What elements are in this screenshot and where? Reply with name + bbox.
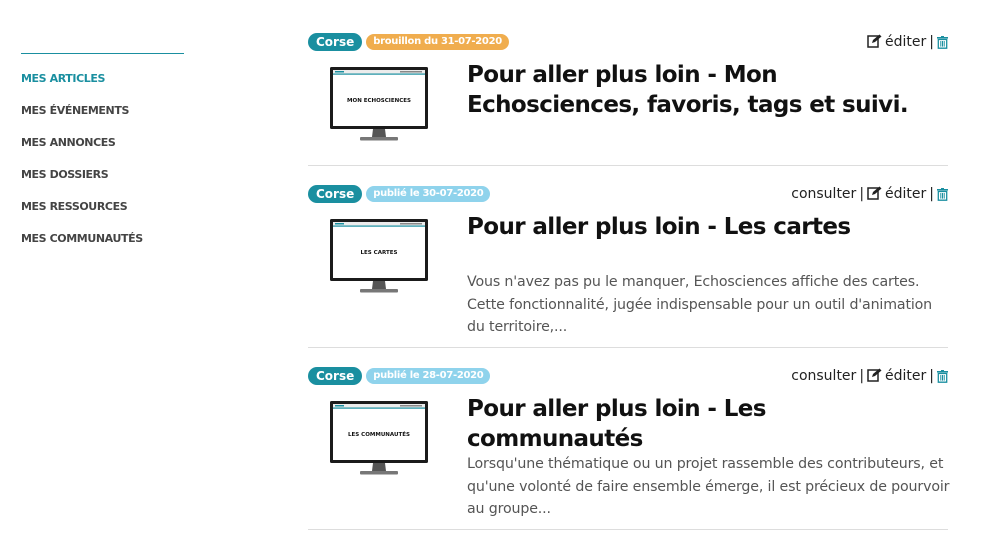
article-title[interactable]: Pour aller plus loin - Mon Echosciences,… — [467, 60, 937, 120]
status-badge: brouillon du 31-07-2020 — [366, 34, 509, 50]
separator: | — [929, 34, 934, 50]
sidebar: MES ARTICLES MES ÉVÉNEMENTS MES ANNONCES… — [21, 53, 184, 263]
edit-icon — [867, 368, 882, 382]
article-thumbnail[interactable]: MON ECHOSCIENCES — [330, 65, 430, 147]
sidebar-item-events[interactable]: MES ÉVÉNEMENTS — [21, 103, 184, 135]
article-actions: éditer | — [867, 33, 948, 51]
article-actions: consulter | éditer | — [791, 367, 948, 385]
thumbnail-label: LES CARTES — [361, 250, 398, 256]
article-thumbnail[interactable]: LES COMMUNAUTÉS — [330, 399, 430, 481]
edit-label: éditer — [885, 34, 927, 50]
sidebar-item-resources[interactable]: MES RESSOURCES — [21, 199, 184, 231]
tag-badge[interactable]: Corse — [308, 367, 363, 385]
article-title[interactable]: Pour aller plus loin - Les communautés — [467, 394, 937, 454]
status-badge: publié le 28-07-2020 — [366, 368, 491, 384]
trash-icon[interactable] — [937, 35, 948, 49]
status-badge: publié le 30-07-2020 — [366, 186, 491, 202]
article-actions: consulter | éditer | — [791, 185, 948, 203]
edit-icon — [867, 34, 882, 48]
article-meta: Corse brouillon du 31-07-2020 — [308, 33, 509, 51]
sidebar-item-communities[interactable]: MES COMMUNAUTÉS — [21, 231, 184, 263]
article-card: Corse publié le 30-07-2020 consulter | é… — [308, 185, 948, 348]
thumbnail-label: MON ECHOSCIENCES — [347, 98, 411, 104]
edit-link[interactable]: éditer — [867, 368, 926, 384]
sidebar-divider — [21, 53, 184, 54]
sidebar-menu: MES ARTICLES MES ÉVÉNEMENTS MES ANNONCES… — [21, 71, 184, 263]
article-card: Corse brouillon du 31-07-2020 éditer | M… — [308, 33, 948, 166]
sidebar-item-articles[interactable]: MES ARTICLES — [21, 71, 184, 103]
edit-label: éditer — [885, 186, 927, 202]
edit-label: éditer — [885, 368, 927, 384]
separator: | — [929, 186, 934, 202]
tag-badge[interactable]: Corse — [308, 185, 363, 203]
trash-icon[interactable] — [937, 187, 948, 201]
article-title[interactable]: Pour aller plus loin - Les cartes — [467, 212, 937, 242]
article-meta: Corse publié le 30-07-2020 — [308, 185, 491, 203]
separator: | — [859, 368, 865, 384]
article-excerpt: Lorsqu'une thématique ou un projet rasse… — [467, 456, 950, 517]
trash-icon[interactable] — [937, 369, 948, 383]
article-card: Corse publié le 28-07-2020 consulter | é… — [308, 367, 949, 530]
thumbnail-label: LES COMMUNAUTÉS — [348, 430, 410, 438]
edit-link[interactable]: éditer — [867, 34, 926, 50]
sidebar-item-dossiers[interactable]: MES DOSSIERS — [21, 167, 184, 199]
article-meta: Corse publié le 28-07-2020 — [308, 367, 491, 385]
edit-link[interactable]: éditer — [867, 186, 926, 202]
article-excerpt: Vous n'avez pas pu le manquer, Echoscien… — [467, 274, 933, 335]
consult-link[interactable]: consulter — [791, 186, 856, 202]
separator: | — [859, 186, 865, 202]
edit-icon — [867, 186, 882, 200]
tag-badge[interactable]: Corse — [308, 33, 363, 51]
separator: | — [929, 368, 934, 384]
article-thumbnail[interactable]: LES CARTES — [330, 217, 430, 299]
sidebar-item-ads[interactable]: MES ANNONCES — [21, 135, 184, 167]
consult-link[interactable]: consulter — [791, 368, 856, 384]
